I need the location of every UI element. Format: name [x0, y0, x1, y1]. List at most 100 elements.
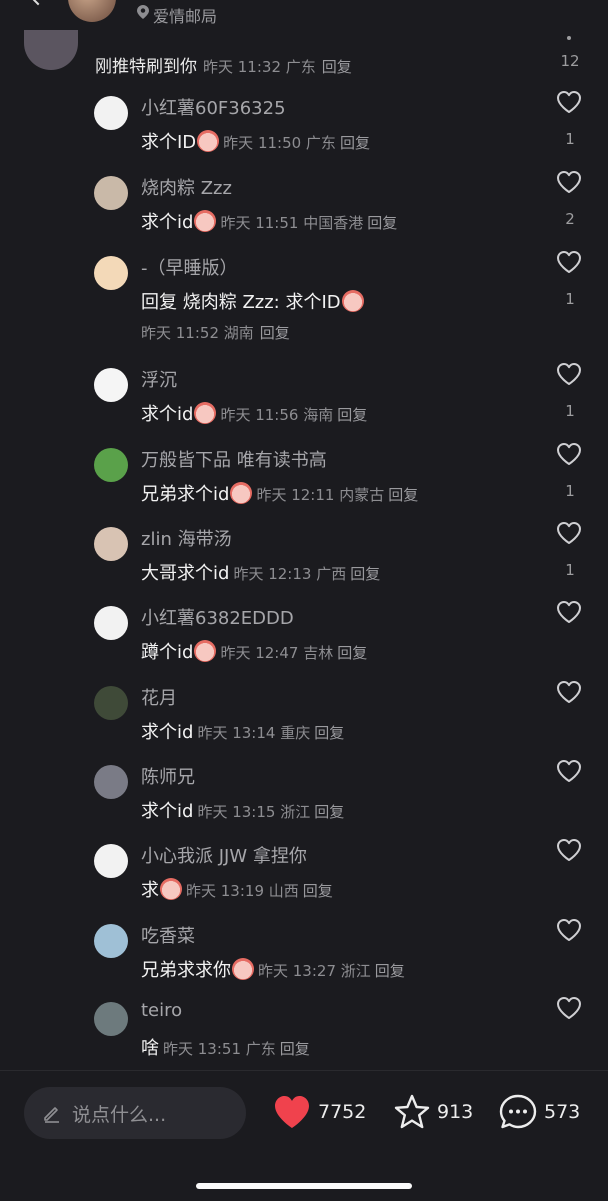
heart-outline-icon[interactable]: [556, 362, 582, 386]
crying-emoji-icon: [197, 130, 220, 152]
reply-text: 大哥求个id: [141, 563, 230, 584]
heart-outline-icon[interactable]: [556, 759, 582, 783]
bottom-action-bar: 说点什么... 7752 913 573: [0, 1070, 608, 1201]
heart-outline-icon[interactable]: [556, 250, 582, 274]
crying-emoji-icon: [232, 958, 254, 980]
reply-meta: 昨天 13:15 浙江: [197, 803, 311, 821]
reply-button[interactable]: 回复: [340, 134, 370, 152]
reply-username[interactable]: -（早睡版）: [141, 254, 238, 280]
reply-username[interactable]: 小红薯6382EDDD: [141, 604, 294, 630]
reply-button[interactable]: 回复: [337, 644, 367, 662]
comment-count: 573: [544, 1101, 581, 1123]
reply-button[interactable]: 回复: [303, 882, 333, 900]
heart-outline-icon[interactable]: [556, 442, 582, 466]
pen-icon: [44, 1107, 59, 1123]
reply-avatar[interactable]: [94, 176, 128, 210]
crying-emoji-icon: [194, 402, 217, 424]
reply-button[interactable]: 回复: [314, 724, 344, 742]
reply-meta: 昨天 11:50 广东: [223, 134, 336, 152]
reply-button[interactable]: 回复: [350, 565, 380, 583]
reply-avatar[interactable]: [94, 448, 128, 482]
location-text: 爱情邮局: [153, 7, 218, 26]
reply-avatar[interactable]: [94, 256, 128, 290]
reply-username[interactable]: teiro: [141, 1000, 182, 1021]
crying-emoji-icon: [341, 290, 364, 312]
reply-text: 回复 烧肉粽 Zzz: 求个ID: [141, 292, 341, 313]
reply-meta: 昨天 11:56 海南: [220, 406, 334, 424]
reply-username[interactable]: 万般皆下品 唯有读书高: [141, 446, 327, 472]
reply-text: 求个id: [141, 801, 194, 822]
heart-outline-icon[interactable]: [556, 600, 582, 624]
reply-text: 求: [141, 880, 159, 901]
heart-outline-icon[interactable]: [556, 521, 582, 545]
reply-username[interactable]: 小心我派 JJW 拿捏你: [141, 842, 307, 868]
reply-button[interactable]: 回复: [337, 406, 367, 424]
reply-text: 兄弟求个id: [141, 484, 230, 505]
heart-outline-icon[interactable]: [556, 996, 582, 1020]
like-button[interactable]: 7752: [272, 1093, 372, 1133]
reply-avatar[interactable]: [94, 924, 128, 958]
top-bar: 爱情邮局: [0, 0, 608, 30]
heart-outline-icon[interactable]: [556, 170, 582, 194]
reply-avatar[interactable]: [94, 368, 128, 402]
parent-commenter-avatar[interactable]: [24, 30, 78, 70]
like-count: 7752: [318, 1101, 367, 1123]
reply-text: 求个id: [141, 212, 194, 233]
reply-username[interactable]: 小红薯60F36325: [141, 94, 286, 120]
heart-outline-icon[interactable]: [556, 918, 582, 942]
reply-meta: 昨天 13:14 重庆: [197, 724, 311, 742]
reply-username[interactable]: 花月: [141, 684, 177, 710]
reply-avatar[interactable]: [94, 844, 128, 878]
reply-avatar[interactable]: [94, 96, 128, 130]
heart-filled-icon: [275, 1096, 309, 1128]
reply-meta: 昨天 11:51 中国香港: [220, 214, 364, 232]
home-indicator: [196, 1183, 412, 1189]
reply-meta: 昨天 11:52 湖南: [141, 324, 254, 342]
heart-outline-icon[interactable]: [556, 680, 582, 704]
reply-username[interactable]: zlin 海带汤: [141, 525, 232, 551]
reply-button[interactable]: 回复: [375, 962, 405, 980]
reply-button[interactable]: 回复: [314, 803, 344, 821]
reply-meta: 昨天 13:51 广东: [163, 1040, 276, 1058]
crying-emoji-icon: [194, 640, 217, 662]
crying-emoji-icon: [230, 482, 253, 504]
crying-emoji-icon: [194, 210, 217, 232]
reply-text: 啥: [141, 1038, 159, 1059]
reply-meta: 昨天 13:19 山西: [186, 882, 299, 900]
reply-avatar[interactable]: [94, 606, 128, 640]
comment-input[interactable]: 说点什么...: [24, 1087, 246, 1139]
reply-text: 求个ID: [141, 132, 197, 153]
comment-button[interactable]: 573: [498, 1093, 593, 1133]
parent-like-count: 12: [560, 52, 580, 70]
reply-like-count: 1: [565, 290, 575, 308]
parent-comment-text: 刚推特刷到你: [95, 57, 197, 77]
reply-like-count: 1: [565, 130, 575, 148]
reply-username[interactable]: 浮沉: [141, 366, 177, 392]
heart-outline-icon[interactable]: [556, 90, 582, 114]
reply-avatar[interactable]: [94, 686, 128, 720]
reply-meta: 昨天 12:13 广西: [233, 565, 347, 583]
star-count: 913: [437, 1101, 474, 1123]
collect-button[interactable]: 913: [392, 1093, 482, 1133]
reply-avatar[interactable]: [94, 1002, 128, 1036]
reply-meta: 昨天 13:27 浙江: [258, 962, 371, 980]
reply-meta: 昨天 12:11 内蒙古: [256, 486, 385, 504]
reply-button[interactable]: 回复: [280, 1040, 310, 1058]
reply-avatar[interactable]: [94, 765, 128, 799]
comment-input-placeholder: 说点什么...: [72, 1104, 167, 1126]
back-chevron-icon[interactable]: [26, 0, 50, 6]
reply-avatar[interactable]: [94, 527, 128, 561]
reply-button[interactable]: 回复: [388, 486, 418, 504]
reply-text: 兄弟求求你: [141, 960, 231, 981]
reply-username[interactable]: 陈师兄: [141, 763, 195, 789]
reply-meta: 昨天 12:47 吉林: [220, 644, 334, 662]
reply-text: 求个id: [141, 404, 194, 425]
reply-username[interactable]: 吃香菜: [141, 922, 195, 948]
reply-button[interactable]: 回复: [367, 214, 397, 232]
reply-button[interactable]: 回复: [260, 324, 290, 342]
parent-reply-button[interactable]: 回复: [322, 58, 352, 76]
reply-username[interactable]: 烧肉粽 Zzz: [141, 174, 232, 200]
reply-text: 求个id: [141, 722, 194, 743]
author-avatar[interactable]: [68, 0, 116, 22]
heart-outline-icon[interactable]: [556, 838, 582, 862]
